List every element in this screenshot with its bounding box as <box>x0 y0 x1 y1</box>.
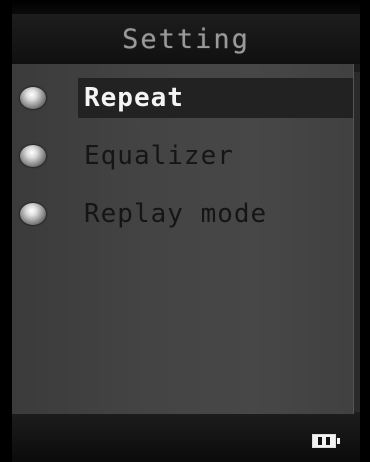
bullet-icon <box>20 87 46 109</box>
settings-menu: Repeat Equalizer Replay mode <box>12 70 354 244</box>
scrollbar[interactable] <box>353 64 360 414</box>
page-title: Setting <box>122 23 250 55</box>
scrollbar-thumb[interactable] <box>354 72 360 412</box>
bullet-icon <box>20 145 46 167</box>
device-screen: Setting Repeat Equalizer Replay mode <box>0 0 370 462</box>
settings-menu-panel: Repeat Equalizer Replay mode <box>12 64 360 414</box>
title-bar: Setting <box>12 14 360 64</box>
menu-item-repeat[interactable]: Repeat <box>12 70 354 128</box>
bezel-left <box>0 0 12 462</box>
battery-cell <box>326 437 330 445</box>
menu-item-replay-mode[interactable]: Replay mode <box>12 186 354 244</box>
menu-item-equalizer[interactable]: Equalizer <box>12 128 354 186</box>
menu-item-label: Equalizer <box>84 141 234 171</box>
battery-cell <box>318 437 322 445</box>
battery-icon <box>312 434 340 448</box>
bezel-right <box>360 0 370 462</box>
bullet-icon <box>20 203 46 225</box>
menu-item-label: Replay mode <box>84 199 268 229</box>
bezel-top <box>0 0 370 14</box>
menu-item-label: Repeat <box>78 78 354 118</box>
status-bar <box>12 414 360 462</box>
